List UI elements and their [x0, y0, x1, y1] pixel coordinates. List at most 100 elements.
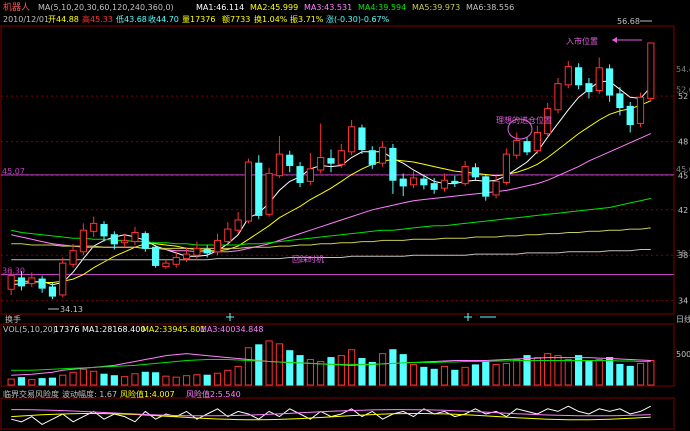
- ma3-value: MA3:43.531: [304, 3, 352, 12]
- indicator-lines: [11, 405, 652, 425]
- candle-body[interactable]: [7, 275, 15, 290]
- volume-bar: [482, 360, 490, 386]
- candle-body[interactable]: [358, 127, 366, 151]
- candle-body[interactable]: [626, 105, 634, 126]
- open-price: 开44.88: [48, 15, 79, 24]
- ma-line-ma6: [11, 249, 651, 261]
- candle-body[interactable]: [131, 231, 139, 243]
- volume-bar: [544, 353, 552, 386]
- candle-body[interactable]: [17, 277, 26, 287]
- candle-body[interactable]: [69, 250, 77, 265]
- level-tick-label: 38.2: [676, 249, 690, 258]
- volume-bar: [327, 357, 335, 386]
- volume-bar: [492, 363, 500, 386]
- candle-body[interactable]: [378, 146, 387, 164]
- candle-body[interactable]: [513, 139, 521, 156]
- volume-bar: [605, 357, 614, 386]
- volume-bar: [193, 374, 201, 386]
- candle-body[interactable]: [471, 167, 480, 178]
- candle-body[interactable]: [28, 277, 36, 285]
- candle-body[interactable]: [38, 278, 46, 289]
- candle-body[interactable]: [337, 150, 345, 165]
- candle-body[interactable]: [265, 172, 273, 215]
- candle-body[interactable]: [636, 96, 645, 124]
- candle-body[interactable]: [430, 183, 438, 190]
- volume-bar: [636, 362, 645, 386]
- volume-bar: [337, 355, 345, 386]
- candle-body[interactable]: [440, 179, 449, 189]
- candle-body[interactable]: [492, 180, 500, 196]
- candlesticks[interactable]: [7, 42, 655, 300]
- candle-body[interactable]: [152, 246, 160, 266]
- volume-bar: [595, 359, 603, 386]
- candle-body[interactable]: [182, 253, 191, 260]
- volume-bar: [368, 361, 376, 386]
- candle-body[interactable]: [172, 256, 180, 265]
- volume-bar: [348, 349, 356, 386]
- candle-body[interactable]: [523, 141, 531, 153]
- candle-body[interactable]: [59, 262, 67, 296]
- volume-bar: [502, 362, 510, 386]
- candle-body[interactable]: [575, 67, 583, 86]
- candle-body[interactable]: [647, 42, 655, 99]
- candle-body[interactable]: [420, 178, 428, 186]
- candle-body[interactable]: [90, 222, 98, 232]
- candle-body[interactable]: [502, 153, 510, 183]
- candle-body[interactable]: [234, 219, 242, 231]
- indicator-name: 临界交易风险度: [3, 389, 59, 399]
- candle-body[interactable]: [605, 68, 614, 96]
- candle-body[interactable]: [100, 224, 108, 237]
- ma2-value: MA2:45.999: [250, 3, 298, 12]
- candle-body[interactable]: [296, 166, 304, 183]
- candle-body[interactable]: [162, 262, 170, 268]
- candle-body[interactable]: [451, 180, 459, 183]
- candle-body[interactable]: [193, 247, 201, 256]
- candle-body[interactable]: [213, 239, 222, 253]
- volume-bar: [513, 359, 521, 386]
- volume-bar: [440, 365, 449, 386]
- candle-body[interactable]: [141, 233, 149, 249]
- stock-chart[interactable]: 机器人 MA(5,10,20,30,60,120,240,360,0) MA1:…: [0, 0, 690, 431]
- candle-body[interactable]: [327, 158, 335, 164]
- volume-bar: [17, 377, 26, 386]
- level-line-label: 45.07: [2, 167, 25, 176]
- volume-bar: [90, 370, 98, 386]
- volume-bar: [234, 365, 242, 386]
- candle-body[interactable]: [533, 132, 541, 152]
- candle-body[interactable]: [244, 161, 253, 222]
- volume-bar: [69, 371, 77, 386]
- candle-body[interactable]: [48, 286, 57, 297]
- candle-body[interactable]: [255, 162, 263, 216]
- candle-body[interactable]: [224, 228, 232, 243]
- candle-body[interactable]: [389, 147, 397, 181]
- candle-body[interactable]: [110, 234, 118, 245]
- candle-body[interactable]: [286, 154, 294, 166]
- volume-bar: [389, 349, 397, 386]
- volume-bar: [59, 374, 67, 386]
- candle-body[interactable]: [461, 166, 469, 185]
- volume-bar: [409, 363, 418, 386]
- candle-body[interactable]: [482, 176, 490, 197]
- price-tick-label: 48: [678, 138, 688, 147]
- candle-body[interactable]: [616, 93, 624, 109]
- candle-body[interactable]: [203, 249, 211, 254]
- candle-body[interactable]: [121, 239, 129, 244]
- volume-bar: [647, 360, 655, 386]
- candle-body[interactable]: [317, 157, 325, 171]
- volume-bar: [378, 353, 387, 386]
- candle-body[interactable]: [368, 150, 376, 165]
- candle-body[interactable]: [564, 66, 572, 86]
- candle-body[interactable]: [554, 83, 562, 111]
- candle-body[interactable]: [79, 229, 87, 253]
- turnover-value: 换1.04%: [254, 14, 288, 24]
- candle-body[interactable]: [409, 177, 418, 186]
- candle-body[interactable]: [595, 67, 603, 91]
- candle-body[interactable]: [306, 168, 314, 182]
- candle-body[interactable]: [399, 178, 407, 187]
- risk1-line: [11, 413, 651, 421]
- volume-bar: [296, 355, 304, 386]
- candle-body[interactable]: [275, 153, 284, 177]
- volume-ma3: MA3:40034.848: [200, 325, 263, 334]
- candle-body[interactable]: [348, 126, 356, 153]
- candle-body[interactable]: [585, 83, 593, 93]
